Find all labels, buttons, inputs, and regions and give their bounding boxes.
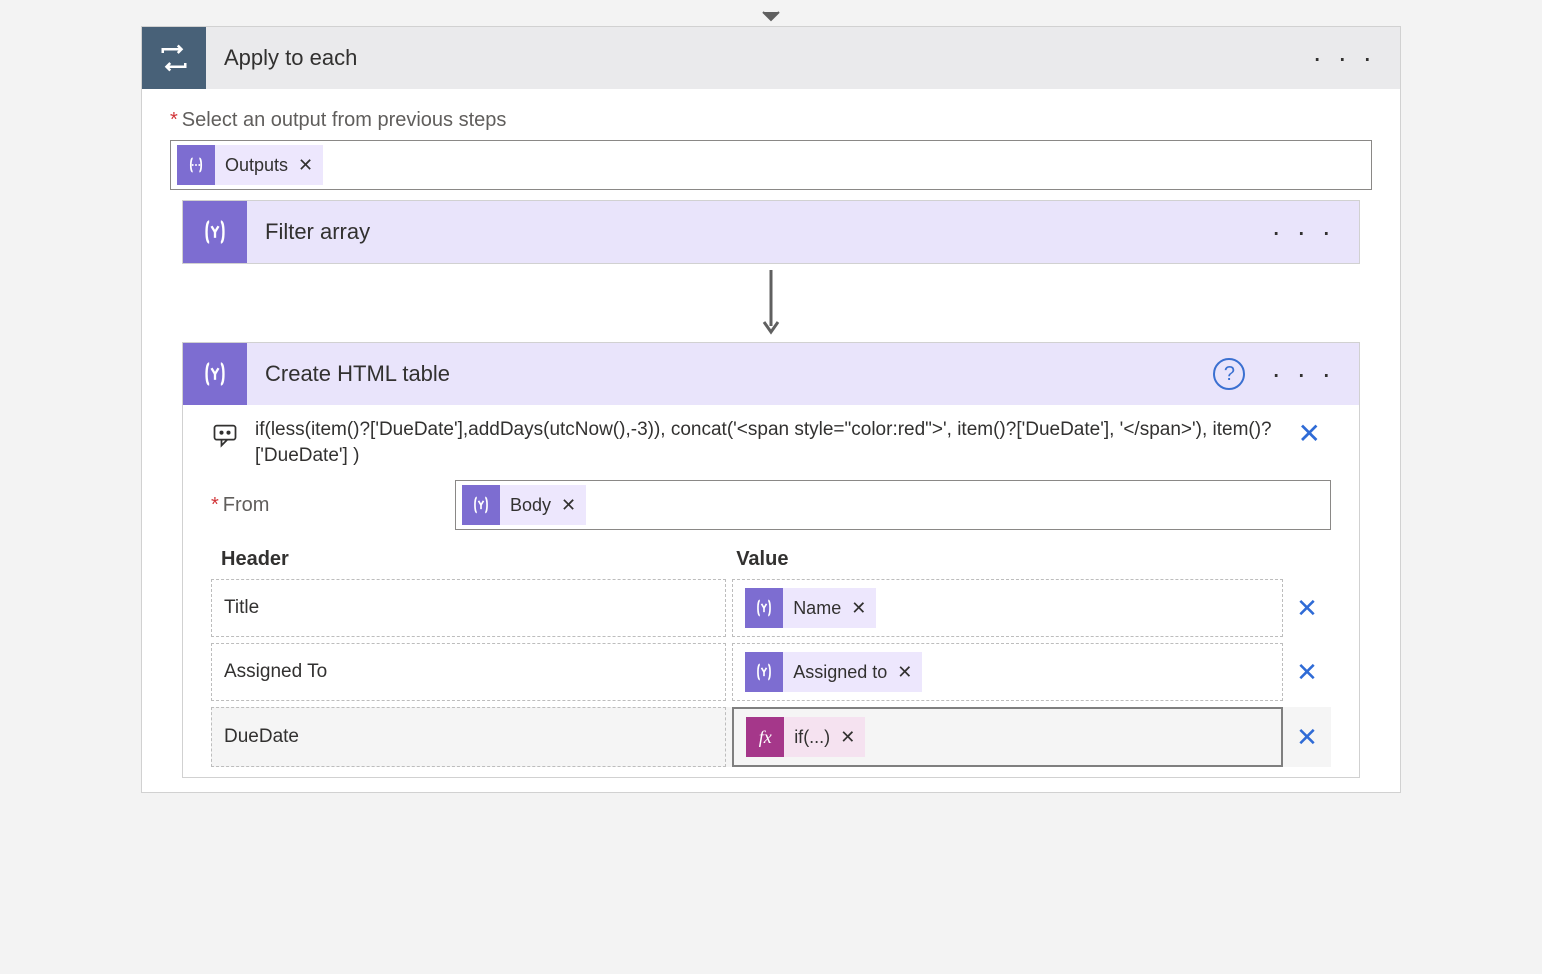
name-token-label: Name <box>793 598 841 619</box>
outputs-token-remove[interactable]: ✕ <box>298 155 313 176</box>
value-input[interactable]: Assigned to ✕ <box>732 643 1283 701</box>
apply-to-each-menu[interactable]: · · · <box>1306 42 1382 74</box>
from-input[interactable]: Body ✕ <box>455 480 1331 530</box>
body-token-remove[interactable]: ✕ <box>561 495 576 516</box>
assignedto-token-remove[interactable]: ✕ <box>897 662 912 683</box>
outputs-token[interactable]: Outputs ✕ <box>177 145 323 185</box>
apply-to-each-body: *Select an output from previous steps Ou… <box>142 89 1400 200</box>
header-input[interactable]: DueDate <box>211 707 726 767</box>
filter-array-menu[interactable]: · · · <box>1265 216 1341 248</box>
column-header-value: Value <box>726 548 1331 571</box>
create-html-table-title: Create HTML table <box>247 361 1213 387</box>
from-row: *From Body ✕ <box>183 474 1359 544</box>
create-html-table-card: Create HTML table ? · · · if(less(item()… <box>182 342 1360 778</box>
header-input[interactable]: Title <box>211 579 726 637</box>
data-operation-icon <box>183 201 247 263</box>
dynamic-content-icon <box>177 145 215 185</box>
help-icon[interactable]: ? <box>1213 358 1245 390</box>
delete-row-button[interactable]: ✕ <box>1283 643 1331 701</box>
fx-token[interactable]: fx if(...) ✕ <box>746 717 865 757</box>
filter-array-card: Filter array · · · <box>182 200 1360 264</box>
expression-tooltip-text: if(less(item()?['DueDate'],addDays(utcNo… <box>255 417 1274 468</box>
tooltip-close[interactable]: ✕ <box>1288 417 1331 450</box>
name-token-remove[interactable]: ✕ <box>851 598 866 619</box>
select-output-label: *Select an output from previous steps <box>170 109 1372 132</box>
data-operation-icon <box>183 343 247 405</box>
create-html-table-header[interactable]: Create HTML table ? · · · <box>183 343 1359 405</box>
assignedto-token[interactable]: Assigned to ✕ <box>745 652 922 692</box>
fx-token-label: if(...) <box>794 727 830 748</box>
comment-icon <box>211 421 241 454</box>
name-token[interactable]: Name ✕ <box>745 588 876 628</box>
assignedto-token-label: Assigned to <box>793 662 887 683</box>
filter-array-header[interactable]: Filter array · · · <box>183 201 1359 263</box>
apply-to-each-title: Apply to each <box>206 45 1306 71</box>
flow-arrow-head-top <box>141 10 1401 26</box>
columns-table: Header Value Title <box>183 544 1359 777</box>
dynamic-content-icon <box>745 588 783 628</box>
connector-arrow <box>152 264 1390 342</box>
outputs-token-label: Outputs <box>225 155 288 176</box>
header-input[interactable]: Assigned To <box>211 643 726 701</box>
dynamic-content-icon <box>745 652 783 692</box>
column-header-header: Header <box>211 548 726 571</box>
table-row: Assigned To Assigned to ✕ ✕ <box>211 643 1331 701</box>
table-row: Title Name ✕ ✕ <box>211 579 1331 637</box>
value-input[interactable]: Name ✕ <box>732 579 1283 637</box>
body-token[interactable]: Body ✕ <box>462 485 586 525</box>
body-token-label: Body <box>510 495 551 516</box>
delete-row-button[interactable]: ✕ <box>1283 579 1331 637</box>
create-html-table-menu[interactable]: · · · <box>1265 358 1341 390</box>
fx-token-remove[interactable]: ✕ <box>840 727 855 748</box>
apply-to-each-card: Apply to each · · · *Select an output fr… <box>141 26 1401 793</box>
dynamic-content-icon <box>462 485 500 525</box>
fx-icon: fx <box>746 717 784 757</box>
table-row: DueDate fx if(...) ✕ ✕ <box>211 707 1331 767</box>
value-input[interactable]: fx if(...) ✕ <box>732 707 1283 767</box>
loop-icon <box>142 27 206 89</box>
select-output-input[interactable]: Outputs ✕ <box>170 140 1372 190</box>
expression-tooltip-row: if(less(item()?['DueDate'],addDays(utcNo… <box>183 405 1359 474</box>
delete-row-button[interactable]: ✕ <box>1283 707 1331 767</box>
filter-array-title: Filter array <box>247 219 1265 245</box>
apply-to-each-header[interactable]: Apply to each · · · <box>142 27 1400 89</box>
from-label: *From <box>211 494 451 517</box>
